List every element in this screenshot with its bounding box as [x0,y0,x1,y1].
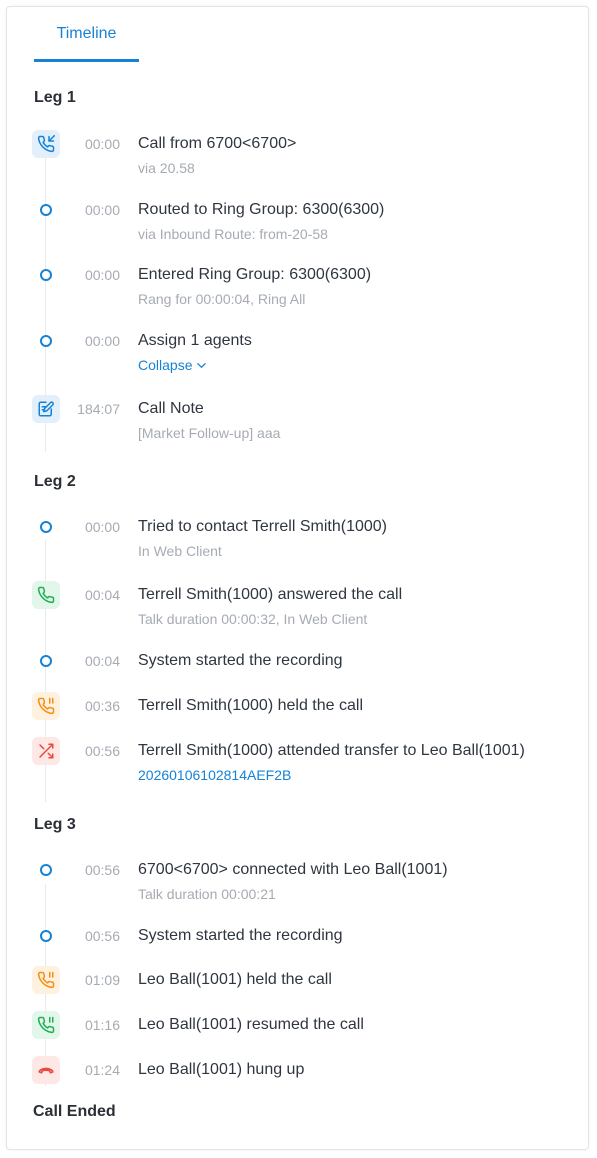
hang-up-icon [32,1056,60,1084]
timeline-event: 00:00 Entered Ring Group: 6300(6300) Ran… [0,265,597,307]
timeline-dot [40,521,52,533]
event-title: System started the recording [138,927,343,944]
timeline-event: 01:16 Leo Ball(1001) resumed the call [0,1011,597,1039]
timeline-event: 01:24 Leo Ball(1001) hung up [0,1056,597,1084]
event-time: 00:00 [84,267,120,283]
event-title: Call Note [138,400,204,417]
leg-title: Leg 1 [34,89,76,106]
timeline-event: 00:56 6700<6700> connected with Leo Ball… [0,860,597,902]
timeline-event: 00:04 System started the recording [0,651,597,671]
event-title: Leo Ball(1001) hung up [138,1061,305,1078]
event-time: 00:00 [84,202,120,218]
timeline-dot [40,655,52,667]
active-tab-indicator [34,59,139,62]
event-time: 184:07 [77,401,120,417]
answered-call-icon [32,581,60,609]
timeline-event: 00:00 Call from 6700<6700> via 20.58 [0,130,597,176]
event-time: 00:00 [84,136,120,152]
timeline-event: 00:00 Tried to contact Terrell Smith(100… [0,517,597,559]
event-title: System started the recording [138,652,343,669]
event-title: 6700<6700> connected with Leo Ball(1001) [138,861,448,878]
incoming-call-icon [32,130,60,158]
event-time: 00:56 [84,862,120,878]
event-time: 00:56 [84,928,120,944]
leg-title: Leg 3 [34,816,76,833]
event-title: Terrell Smith(1000) attended transfer to… [138,742,525,759]
timeline-dot [40,864,52,876]
event-detail: Rang for 00:00:04, Ring All [138,291,306,307]
collapse-label: Collapse [138,357,193,373]
event-title: Leo Ball(1001) resumed the call [138,1016,364,1033]
leg-title: Leg 2 [34,473,76,490]
event-title: Entered Ring Group: 6300(6300) [138,266,372,283]
event-time: 01:16 [84,1017,120,1033]
event-time: 00:56 [84,743,120,759]
timeline-event: 00:56 Terrell Smith(1000) attended trans… [0,737,597,783]
timeline-event: 00:00 Routed to Ring Group: 6300(6300) v… [0,200,597,242]
collapse-link[interactable]: Collapse [138,356,207,374]
timeline-event: 00:56 System started the recording [0,926,597,946]
timeline-event: 00:36 Terrell Smith(1000) held the call [0,692,597,720]
event-detail: via Inbound Route: from-20-58 [138,226,328,242]
event-detail: [Market Follow-up] aaa [138,425,281,441]
event-time: 00:36 [84,698,120,714]
timeline-dot [40,335,52,347]
resume-call-icon [32,1011,60,1039]
event-time: 00:04 [84,587,120,603]
chevron-down-icon [197,362,207,368]
hold-call-icon [32,966,60,994]
hold-call-icon [32,692,60,720]
tab-timeline[interactable]: Timeline [34,6,139,60]
event-title: Terrell Smith(1000) answered the call [138,586,403,603]
event-title: Leo Ball(1001) held the call [138,971,332,988]
event-time: 00:00 [84,333,120,349]
timeline-event: 01:09 Leo Ball(1001) held the call [0,966,597,994]
call-id-link[interactable]: 20260106102814AEF2B [138,766,291,784]
timeline-dot [40,269,52,281]
event-time: 00:04 [84,653,120,669]
timeline-dot [40,204,52,216]
timeline-event: 184:07 Call Note [Market Follow-up] aaa [0,395,597,441]
event-title: Assign 1 agents [138,332,252,349]
event-detail: via 20.58 [138,160,195,176]
event-time: 01:09 [84,972,120,988]
event-time: 00:00 [84,519,120,535]
event-title: Routed to Ring Group: 6300(6300) [138,201,385,218]
call-note-icon [32,395,60,423]
event-time: 01:24 [84,1062,120,1078]
event-title: Terrell Smith(1000) held the call [138,697,363,714]
event-detail: Talk duration 00:00:32, In Web Client [138,611,368,627]
event-title: Call from 6700<6700> [138,135,297,152]
event-detail: Talk duration 00:00:21 [138,886,276,902]
timeline-dot [40,930,52,942]
event-detail: In Web Client [138,543,222,559]
transfer-icon [32,737,60,765]
timeline-event: 00:00 Assign 1 agents Collapse [0,331,597,373]
tab-bar: Timeline [6,6,589,62]
call-ended-label: Call Ended [33,1103,116,1120]
timeline-event: 00:04 Terrell Smith(1000) answered the c… [0,581,597,627]
event-title: Tried to contact Terrell Smith(1000) [138,518,387,535]
